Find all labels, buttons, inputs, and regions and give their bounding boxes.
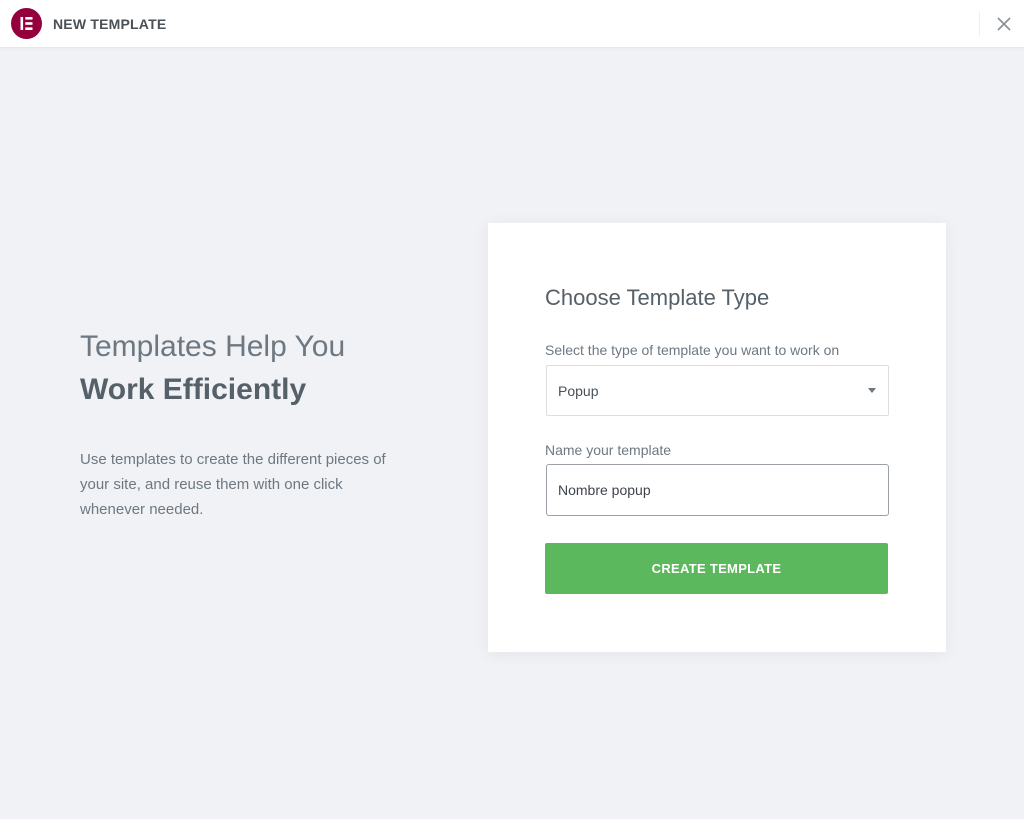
elementor-logo-icon bbox=[11, 8, 42, 39]
create-template-button[interactable]: CREATE TEMPLATE bbox=[545, 543, 888, 594]
template-type-select[interactable]: Popup bbox=[546, 365, 889, 416]
template-form-card: Choose Template Type Select the type of … bbox=[488, 223, 946, 652]
intro-description: Use templates to create the different pi… bbox=[80, 451, 386, 518]
caret-down-icon bbox=[868, 388, 876, 393]
modal-title: NEW TEMPLATE bbox=[53, 16, 167, 32]
template-name-input[interactable] bbox=[546, 464, 889, 516]
modal-header: NEW TEMPLATE bbox=[0, 0, 1024, 48]
template-name-label: Name your template bbox=[545, 442, 672, 458]
form-title: Choose Template Type bbox=[545, 285, 770, 310]
close-icon bbox=[997, 17, 1011, 31]
close-button[interactable] bbox=[992, 12, 1016, 36]
intro-section: Templates Help You Work Efficiently Use … bbox=[80, 326, 410, 522]
intro-heading-line1: Templates Help You bbox=[80, 330, 346, 363]
intro-heading-line2: Work Efficiently bbox=[80, 373, 307, 406]
header-divider bbox=[979, 12, 980, 36]
template-type-selected-value: Popup bbox=[558, 383, 599, 399]
template-type-label: Select the type of template you want to … bbox=[545, 342, 840, 358]
